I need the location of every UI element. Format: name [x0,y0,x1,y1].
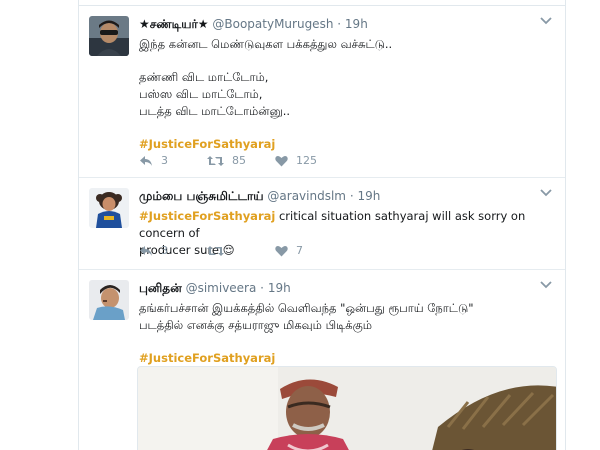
like-button[interactable]: 125 [275,154,343,167]
tweet-line: பஸ்ஸ விட மாட்டோம், [139,87,263,101]
tweet-actions: 3 7 [139,244,343,257]
avatar[interactable] [89,188,129,228]
reply-button[interactable]: 3 [139,244,207,257]
like-count: 125 [296,154,317,167]
retweet-count: 85 [232,154,246,167]
tweet-text: தங்கர்பச்சான் இயக்கத்தில் வெளிவந்த "ஒன்ப… [139,300,555,367]
retweet-icon [207,155,224,166]
reply-icon [140,155,152,166]
caret-down-icon[interactable] [539,16,553,26]
retweet-button[interactable] [207,245,275,257]
tweet-photo[interactable] [137,366,557,450]
display-name[interactable]: புனிதன் [139,281,182,295]
username[interactable]: @BoopatyMurugesh [212,17,333,31]
username[interactable]: @simiveera [186,281,257,295]
tweet-actions: 3 85 125 [139,154,343,167]
username[interactable]: @aravindslm [267,189,346,203]
tweet-line: படத்தில் எனக்கு சத்யராஜு மிகவும் பிடிக்க… [139,318,372,332]
tweet-text: இந்த கன்னட மெண்டுவுகள பக்கத்துல வச்சுட்ட… [139,36,555,153]
tweet[interactable]: ★சண்டியர்★ @BoopatyMurugesh · 19h இந்த க… [79,6,565,178]
separator-dot: · [260,281,264,295]
tweet-header: புனிதன் @simiveera · 19h [139,280,555,296]
hashtag-link[interactable]: #JusticeForSathyaraj [139,137,275,151]
separator-dot: · [349,189,354,203]
display-name[interactable]: மும்பை பஞ்சுமிட்டாய் [139,189,264,203]
tweet-line: இந்த கன்னட மெண்டுவுகள பக்கத்துல வச்சுட்ட… [139,37,393,51]
like-count: 7 [296,244,303,257]
like-icon [275,245,288,256]
avatar[interactable] [89,16,129,56]
avatar[interactable] [89,280,129,320]
display-name[interactable]: ★சண்டியர்★ [139,17,209,31]
timestamp[interactable]: 19h [357,189,380,203]
separator-dot: · [337,17,342,31]
retweet-icon [207,245,224,256]
tweet-header: ★சண்டியர்★ @BoopatyMurugesh · 19h [139,16,555,32]
reply-button[interactable]: 3 [139,154,207,167]
tweet-line: தங்கர்பச்சான் இயக்கத்தில் வெளிவந்த "ஒன்ப… [139,301,474,315]
reply-count: 3 [161,154,168,167]
reply-icon [140,245,152,256]
tweet-header: மும்பை பஞ்சுமிட்டாய் @aravindslm · 19h [139,188,555,204]
tweet-line: தண்ணி விட மாட்டோம், [139,70,269,84]
caret-down-icon[interactable] [539,280,553,290]
timestamp[interactable]: 19h [345,17,368,31]
hashtag-link[interactable]: #JusticeForSathyaraj [139,209,275,223]
tweet[interactable]: புனிதன் @simiveera · 19h தங்கர்பச்சான் இ… [79,270,565,450]
reply-count: 3 [161,244,168,257]
like-button[interactable]: 7 [275,244,343,257]
caret-down-icon[interactable] [539,188,553,198]
retweet-button[interactable]: 85 [207,154,275,167]
like-icon [275,155,288,166]
tweet-line: படத்த விட மாட்டோம்ன்னு.. [139,104,291,118]
hashtag-link[interactable]: #JusticeForSathyaraj [139,351,275,365]
tweet[interactable]: மும்பை பஞ்சுமிட்டாய் @aravindslm · 19h #… [79,178,565,270]
timestamp[interactable]: 19h [268,281,291,295]
tweet-feed: ★சண்டியர்★ @BoopatyMurugesh · 19h இந்த க… [78,0,566,450]
